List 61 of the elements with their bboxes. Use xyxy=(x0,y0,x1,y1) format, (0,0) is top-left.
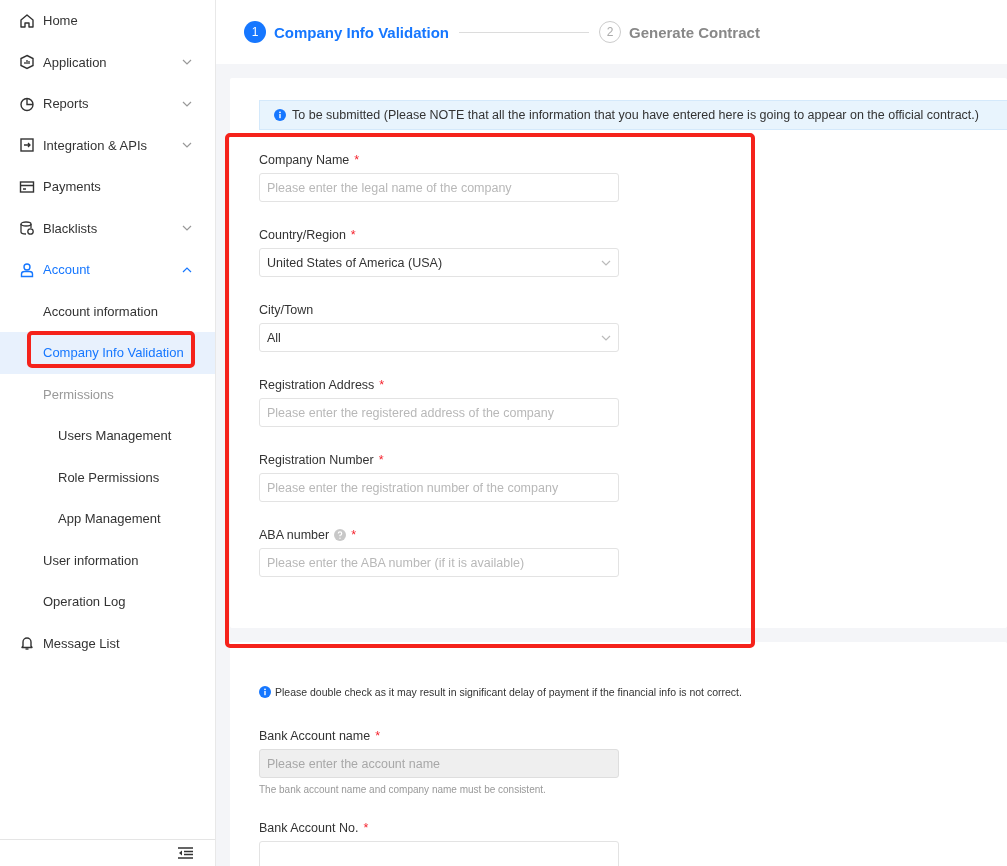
home-icon xyxy=(19,12,35,29)
notice-text: Please double check as it may result in significant delay of payment if the financial info is not correct. xyxy=(275,686,742,698)
select-field[interactable]: All xyxy=(259,323,619,352)
text-field[interactable]: Please enter the registration number of the company xyxy=(259,473,619,502)
required-mark: * xyxy=(379,377,385,392)
chevron-icon xyxy=(182,142,192,149)
required-mark: * xyxy=(354,152,360,167)
bell-icon xyxy=(19,635,35,652)
chevron-icon xyxy=(182,59,192,66)
sidebar-item[interactable]: Account xyxy=(0,249,215,291)
notice-text: To be submitted (Please NOTE that all the information that you have entered here is going to appear on the official contract.) xyxy=(292,108,979,122)
sidebar-item[interactable]: Blacklists xyxy=(0,207,215,249)
sidebar-item[interactable]: Payments xyxy=(0,166,215,208)
sidebar-item[interactable]: Integration & APIs xyxy=(0,124,215,166)
field-label: Company Name xyxy=(259,152,350,167)
required-mark: * xyxy=(375,728,381,743)
chevron-icon xyxy=(601,334,611,341)
field-label: City/Town xyxy=(259,302,314,317)
sidebar-item[interactable]: Reports xyxy=(0,83,215,125)
field-label: Bank Account name xyxy=(259,728,371,743)
info-icon xyxy=(274,109,286,121)
field-label: Country/Region xyxy=(259,227,346,242)
required-mark: * xyxy=(351,527,357,542)
required-mark: * xyxy=(363,820,369,835)
text-field[interactable]: Please enter the ABA number (if it is available) xyxy=(259,548,619,577)
required-mark: * xyxy=(350,227,356,242)
sidebar-item[interactable]: App Management xyxy=(0,498,215,540)
chevron-icon xyxy=(182,100,192,107)
sidebar-item[interactable]: Role Permissions xyxy=(0,456,215,498)
text-field[interactable] xyxy=(259,841,619,866)
info-icon xyxy=(259,686,271,698)
collapse-menu-icon[interactable] xyxy=(178,847,193,859)
chevron-icon xyxy=(182,225,192,232)
chevron-icon xyxy=(601,259,611,266)
step-number: 1 xyxy=(244,21,266,43)
field-label: Registration Number xyxy=(259,452,374,467)
sidebar-item[interactable]: Users Management xyxy=(0,415,215,457)
sidebar-item[interactable]: Home xyxy=(0,0,215,42)
text-field[interactable]: Please enter the registered address of the company xyxy=(259,398,619,427)
user-icon xyxy=(19,261,35,278)
field-label: Registration Address xyxy=(259,377,375,392)
text-field[interactable]: Please enter the legal name of the company xyxy=(259,173,619,202)
required-mark: * xyxy=(378,452,384,467)
select-field[interactable]: United States of America (USA) xyxy=(259,248,619,277)
step-title: Generate Contract xyxy=(629,23,760,41)
database-icon xyxy=(19,220,35,237)
step-title: Company Info Validation xyxy=(274,23,449,41)
chevron-icon xyxy=(182,266,192,273)
sidebar-item[interactable]: Account information xyxy=(0,290,215,332)
help-icon[interactable] xyxy=(334,528,347,541)
sidebar-item[interactable]: Operation Log xyxy=(0,581,215,623)
field-hint: The bank account name and company name must be consistent. xyxy=(259,784,547,795)
pie-chart-icon xyxy=(19,95,35,112)
sidebar-item[interactable]: Message List xyxy=(0,622,215,664)
menu-group-label: Permissions xyxy=(43,386,115,402)
field-label: Bank Account No. xyxy=(259,820,359,835)
sidebar-item[interactable]: User information xyxy=(0,539,215,581)
sidebar-item[interactable]: Application xyxy=(0,41,215,83)
field-label: ABA number xyxy=(259,527,330,542)
card-icon xyxy=(19,178,35,195)
hexagon-chart-icon xyxy=(19,54,35,71)
